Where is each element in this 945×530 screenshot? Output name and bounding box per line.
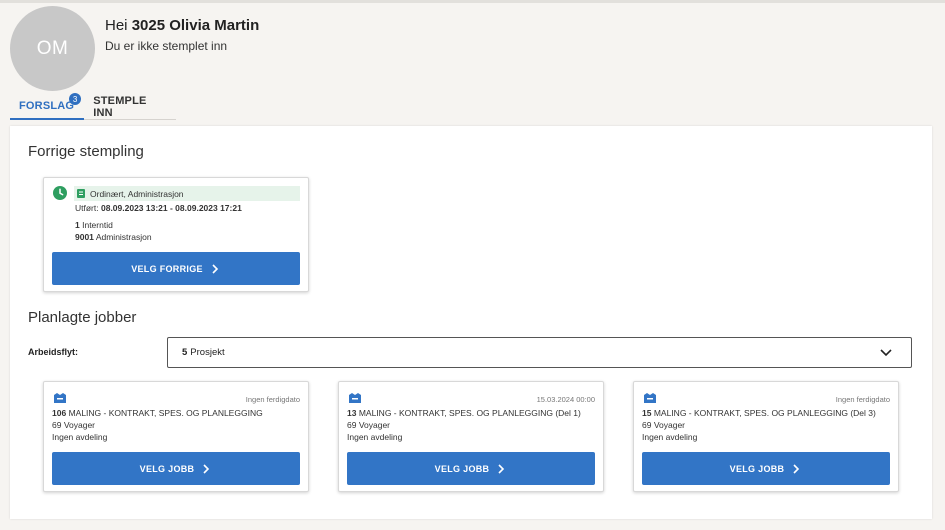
tab-forslag[interactable]: FORSLAG 3 [10,93,85,120]
stamp-status: Du er ikke stemplet inn [105,39,228,53]
greeting: Hei 3025 Olivia Martin [105,17,259,34]
performed-line: Utført: 08.09.2023 13:21 - 08.09.2023 17… [75,203,242,213]
job-vessel: 69 Voyager [642,420,686,430]
due-date: 15.03.2024 00:00 [536,395,595,404]
select-job-button[interactable]: VELG JOBB [347,452,595,485]
job-name: MALING - KONTRAKT, SPES. OG PLANLEGGING … [358,408,581,418]
select-job-button[interactable]: VELG JOBB [52,452,300,485]
job-number: 13 [347,408,357,418]
performed-label: Utført: [75,203,99,213]
tab-forslag-label: FORSLAG [19,99,75,112]
chevron-right-icon [200,463,212,475]
workflow-label: Arbeidsflyt: [28,347,79,357]
detail-line-2: 9001 Administrasjon [75,232,152,242]
chevron-right-icon [209,263,221,275]
detail-1-num: 1 [75,220,80,230]
job-department: Ingen avdeling [642,432,698,442]
toolbox-icon [643,391,657,403]
workflow-value: Prosjekt [190,347,225,358]
workflow-num: 5 [182,347,188,358]
job-vessel: 69 Voyager [52,420,96,430]
chevron-down-icon [879,347,893,359]
chevron-right-icon [790,463,802,475]
stamp-type: Ordinært, Administrasjon [90,188,184,199]
select-previous-label: VELG FORRIGE [131,263,203,274]
toolbox-icon [348,391,362,403]
job-name: MALING - KONTRAKT, SPES. OG PLANLEGGING [68,408,263,418]
top-border [0,0,945,3]
detail-1-text: Interntid [82,220,113,230]
select-job-button[interactable]: VELG JOBB [642,452,890,485]
planned-title: Planlagte jobber [28,309,137,326]
tab-bar: FORSLAG 3 STEMPLE INN [10,93,176,120]
job-title: 106 MALING - KONTRAKT, SPES. OG PLANLEGG… [52,408,263,418]
performed-value: 08.09.2023 13:21 - 08.09.2023 17:21 [100,203,242,213]
detail-2-text: Administrasjon [95,232,152,242]
job-number: 106 [52,408,67,418]
job-department: Ingen avdeling [52,432,108,442]
avatar-initials: OM [36,37,69,59]
stamp-type-row: Ordinært, Administrasjon [74,186,300,201]
detail-2-num: 9001 [75,232,94,242]
main-panel: Forrige stempling Ordinært, Administrasj… [10,126,932,519]
due-date: Ingen ferdigdato [245,395,300,404]
user-name: 3025 Olivia Martin [131,17,260,34]
job-card: Ingen ferdigdato 15 MALING - KONTRAKT, S… [633,381,899,492]
previous-title: Forrige stempling [28,143,144,160]
job-title: 13 MALING - KONTRAKT, SPES. OG PLANLEGGI… [347,408,581,418]
job-card: 15.03.2024 00:00 13 MALING - KONTRAKT, S… [338,381,604,492]
chevron-right-icon [495,463,507,475]
job-department: Ingen avdeling [347,432,403,442]
clock-icon [53,186,67,200]
job-vessel: 69 Voyager [347,420,391,430]
due-date: Ingen ferdigdato [835,395,890,404]
count-badge: 3 [69,93,82,105]
select-job-label: VELG JOBB [434,463,490,474]
toolbox-icon [53,391,67,403]
greeting-prefix: Hei [105,17,128,34]
detail-line-1: 1 Interntid [75,220,113,230]
job-name: MALING - KONTRAKT, SPES. OG PLANLEGGING … [653,408,876,418]
job-title: 15 MALING - KONTRAKT, SPES. OG PLANLEGGI… [642,408,876,418]
select-job-label: VELG JOBB [729,463,785,474]
previous-stamp-card: Ordinært, Administrasjon Utført: 08.09.2… [43,177,309,292]
document-icon [77,189,85,198]
job-number: 15 [642,408,652,418]
select-job-label: VELG JOBB [139,463,195,474]
tab-stemple-inn[interactable]: STEMPLE INN [84,93,176,120]
select-previous-button[interactable]: VELG FORRIGE [52,252,300,285]
avatar[interactable]: OM [10,6,95,91]
workflow-select[interactable]: 5 Prosjekt [167,337,912,368]
job-card: Ingen ferdigdato 106 MALING - KONTRAKT, … [43,381,309,492]
tab-stemple-inn-label: STEMPLE INN [93,94,147,119]
